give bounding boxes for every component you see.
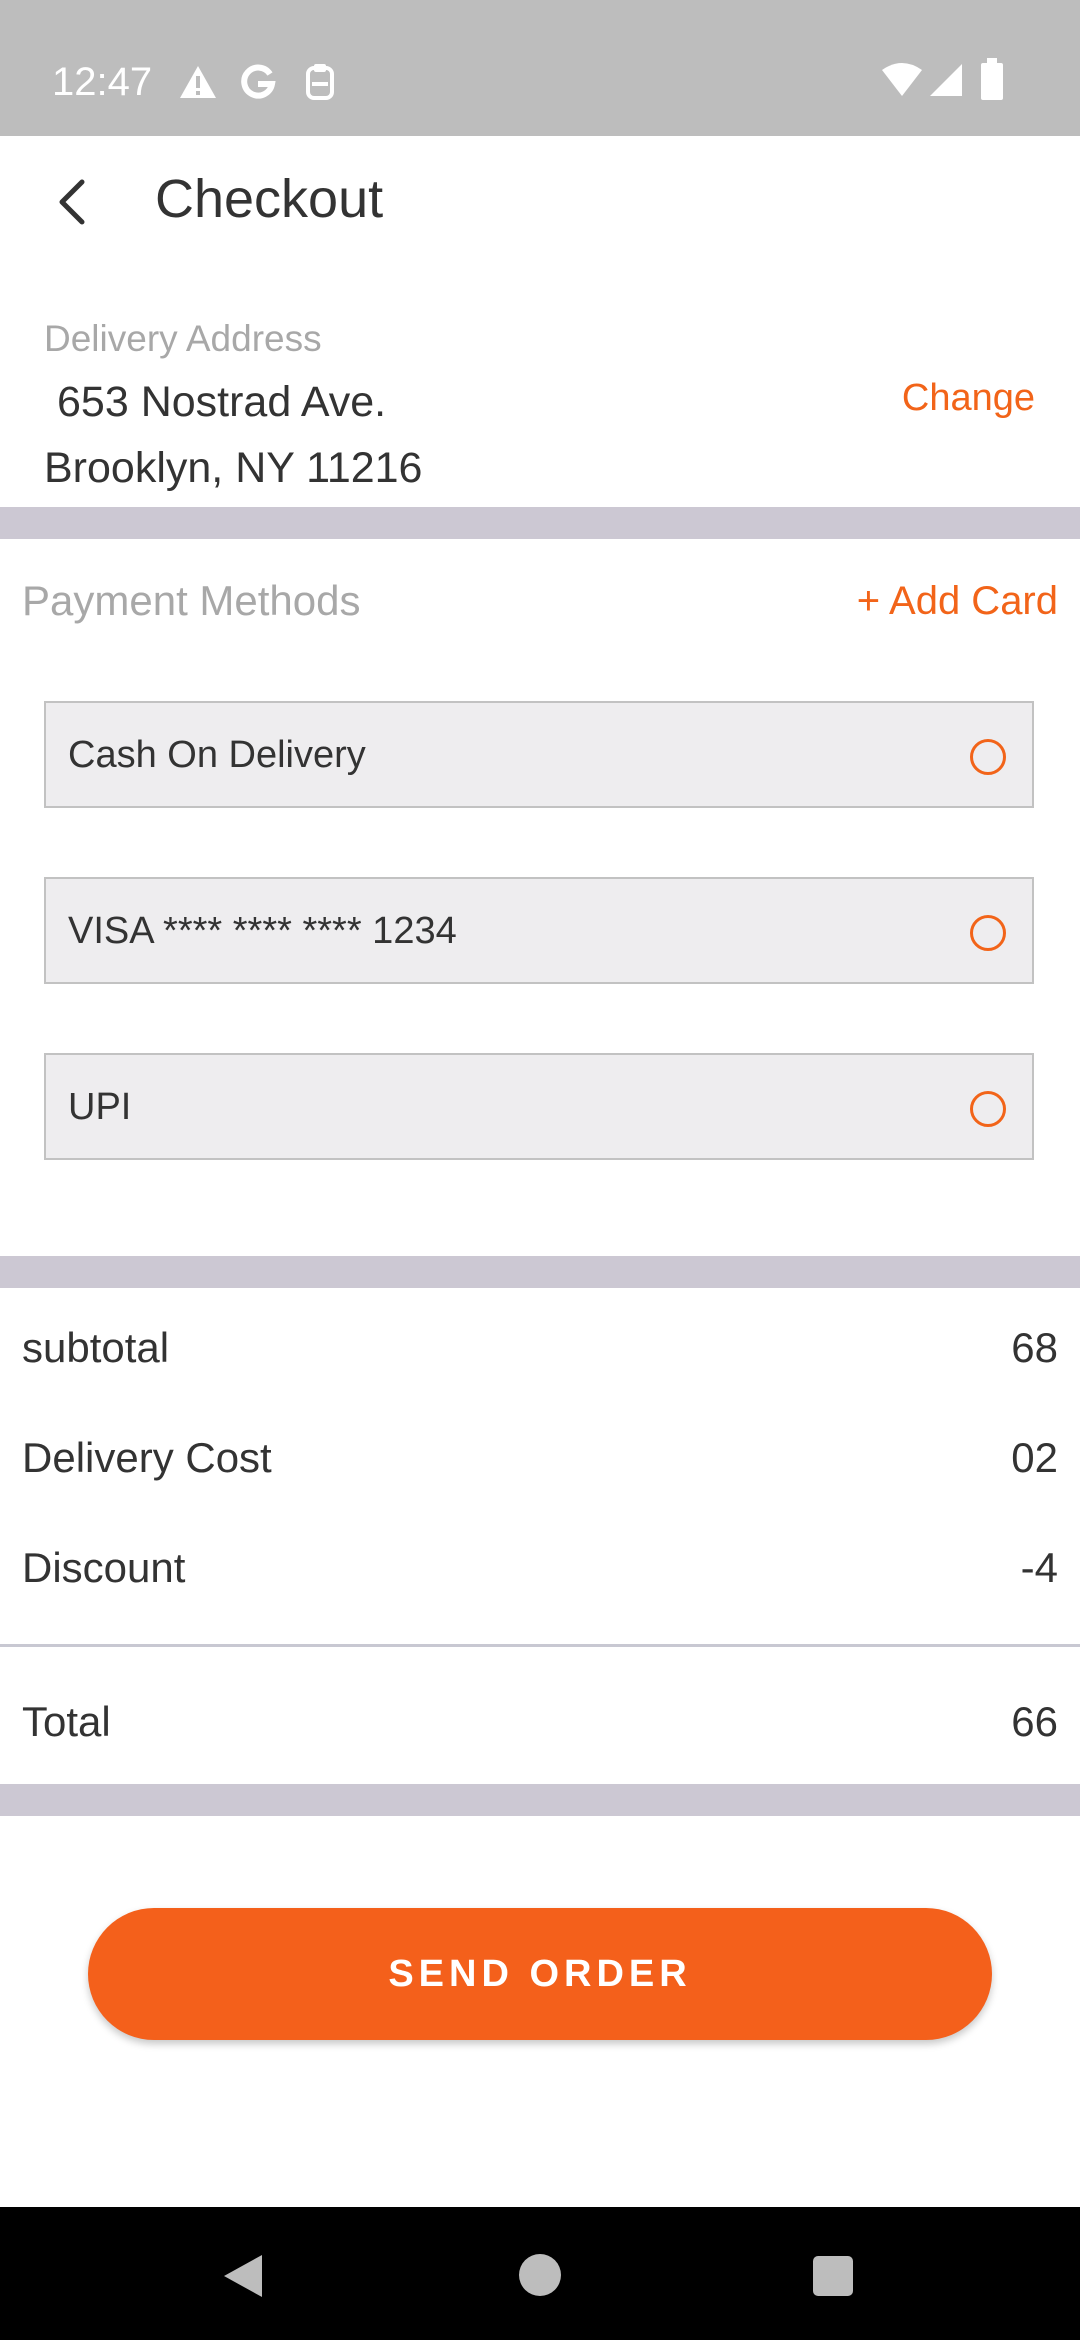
address-line-2: Brooklyn, NY 11216 bbox=[44, 444, 423, 492]
summary-row-discount: Discount -4 bbox=[22, 1538, 1058, 1598]
summary-row-total: Total 66 bbox=[22, 1692, 1058, 1752]
summary-value: 02 bbox=[1011, 1434, 1058, 1481]
chevron-left-icon bbox=[59, 179, 85, 225]
section-divider bbox=[0, 507, 1080, 539]
summary-label: Discount bbox=[22, 1544, 186, 1591]
recents-square-icon[interactable] bbox=[812, 2255, 854, 2297]
radio-button[interactable] bbox=[970, 1091, 1006, 1127]
radio-button[interactable] bbox=[970, 739, 1006, 775]
battery-icon bbox=[981, 58, 1003, 100]
google-icon bbox=[241, 64, 276, 99]
send-order-button[interactable]: SEND ORDER bbox=[88, 1908, 992, 2040]
home-circle-icon[interactable] bbox=[518, 2253, 562, 2297]
section-divider bbox=[0, 1784, 1080, 1816]
payment-option-visa[interactable]: VISA **** **** **** 1234 bbox=[44, 877, 1034, 984]
payment-option-cash[interactable]: Cash On Delivery bbox=[44, 701, 1034, 808]
summary-label: subtotal bbox=[22, 1324, 170, 1371]
app-bar: Checkout bbox=[0, 136, 1080, 266]
alert-icon bbox=[180, 66, 216, 98]
payment-option-label: UPI bbox=[68, 1086, 132, 1128]
delivery-address-caption: Delivery Address bbox=[44, 318, 322, 359]
summary-row-subtotal: subtotal 68 bbox=[22, 1318, 1058, 1378]
back-triangle-icon[interactable] bbox=[220, 2253, 266, 2299]
payment-option-label: Cash On Delivery bbox=[68, 734, 366, 776]
summary-rule bbox=[0, 1644, 1080, 1647]
summary-row-delivery-cost: Delivery Cost 02 bbox=[22, 1428, 1058, 1488]
clipboard-icon bbox=[306, 64, 334, 100]
back-button[interactable] bbox=[44, 170, 104, 234]
change-address-link[interactable]: Change bbox=[902, 374, 1035, 422]
summary-label: Delivery Cost bbox=[22, 1434, 272, 1481]
payment-methods-header: Payment Methods bbox=[22, 577, 361, 624]
summary-value: 68 bbox=[1011, 1324, 1058, 1371]
status-time: 12:47 bbox=[52, 60, 153, 104]
add-card-button[interactable]: + Add Card bbox=[857, 575, 1058, 627]
total-label: Total bbox=[22, 1698, 111, 1745]
total-value: 66 bbox=[1011, 1698, 1058, 1745]
section-divider bbox=[0, 1256, 1080, 1288]
cellular-icon bbox=[930, 64, 962, 96]
payment-option-upi[interactable]: UPI bbox=[44, 1053, 1034, 1160]
summary-value: -4 bbox=[1020, 1544, 1058, 1591]
wifi-icon bbox=[882, 63, 922, 96]
system-nav-bar bbox=[0, 2207, 1080, 2340]
status-bar: 12:47 bbox=[0, 0, 1080, 136]
radio-button[interactable] bbox=[970, 915, 1006, 951]
address-line-1: 653 Nostrad Ave. bbox=[57, 378, 387, 426]
page-title: Checkout bbox=[155, 169, 384, 229]
payment-option-label: VISA **** **** **** 1234 bbox=[68, 910, 457, 952]
